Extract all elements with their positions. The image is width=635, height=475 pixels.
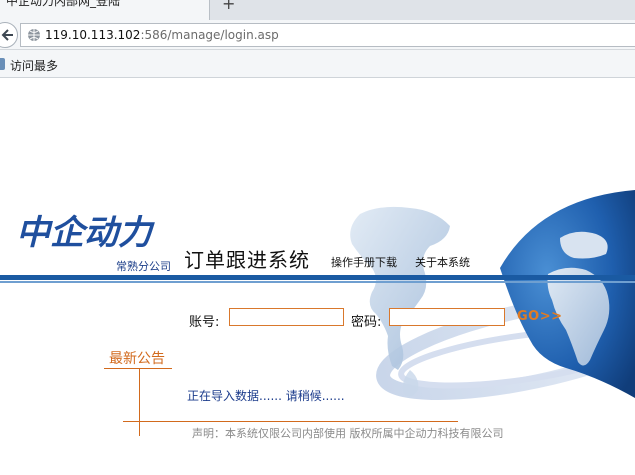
logo-text: 中企动力 bbox=[16, 213, 155, 253]
bookmarks-bar: 访问最多 bbox=[0, 50, 635, 78]
branch-name: 常熟分公司 bbox=[116, 260, 171, 273]
url-text: 119.10.113.102:586/manage/login.asp bbox=[45, 28, 279, 42]
copyright-footer: 声明：本系统仅限公司内部使用 版权所属中企动力科技有限公司 bbox=[192, 427, 504, 440]
system-title: 订单跟进系统 bbox=[184, 248, 310, 272]
manual-download-link[interactable]: 操作手册下载 bbox=[331, 254, 397, 270]
notice-divider-vertical bbox=[139, 368, 140, 436]
account-label: 账号: bbox=[189, 315, 220, 330]
bookmark-most-visited[interactable]: 访问最多 bbox=[10, 57, 58, 74]
browser-tab[interactable]: 中企动力内部网_登陆 bbox=[0, 0, 210, 20]
tab-title: 中企动力内部网_登陆 bbox=[6, 0, 121, 8]
new-tab-button[interactable]: + bbox=[222, 0, 235, 13]
tab-strip: 中企动力内部网_登陆 + bbox=[0, 0, 635, 20]
latest-notice-heading: 最新公告 bbox=[109, 351, 165, 367]
account-input[interactable] bbox=[229, 308, 344, 326]
loading-notice-text: 正在导入数据...... 请稍候...... bbox=[187, 389, 345, 403]
password-label: 密码: bbox=[351, 315, 382, 330]
notice-underline bbox=[104, 368, 172, 369]
go-button[interactable]: GO>> bbox=[517, 309, 563, 324]
bookmark-page-icon bbox=[0, 58, 5, 70]
url-host: 119.10.113.102 bbox=[45, 28, 141, 42]
back-arrow-icon bbox=[1, 29, 13, 41]
login-page: 中企动力 常熟分公司 订单跟进系统 操作手册下载 关于本系统 账号: 密码: G… bbox=[0, 78, 635, 475]
header-stripe-thin bbox=[0, 281, 635, 283]
globe-icon bbox=[28, 29, 40, 41]
back-button[interactable] bbox=[0, 22, 18, 48]
notice-divider-horizontal bbox=[123, 421, 458, 422]
url-path: :586/manage/login.asp bbox=[140, 28, 279, 42]
company-logo: 中企动力 bbox=[16, 213, 155, 253]
password-input[interactable] bbox=[389, 308, 505, 326]
header-stripe bbox=[0, 275, 635, 280]
navigation-bar: 119.10.113.102:586/manage/login.asp bbox=[0, 20, 635, 50]
about-system-link[interactable]: 关于本系统 bbox=[415, 254, 470, 270]
address-bar[interactable]: 119.10.113.102:586/manage/login.asp bbox=[20, 23, 635, 47]
